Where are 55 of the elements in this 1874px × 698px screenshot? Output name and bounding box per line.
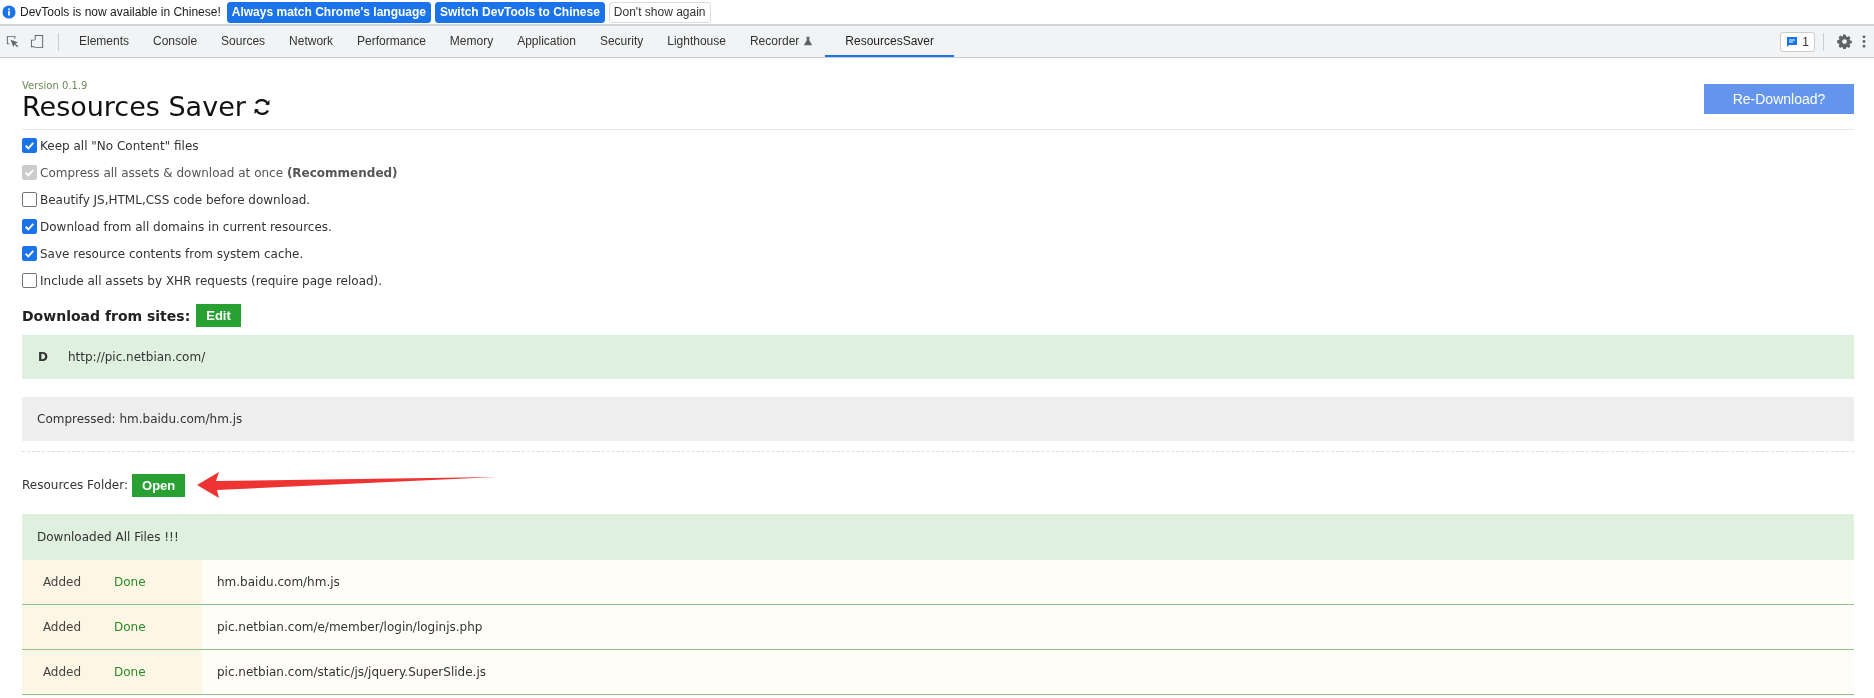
device-toolbar-icon[interactable] bbox=[30, 34, 45, 49]
checkmark-icon bbox=[23, 166, 36, 179]
table-cell: Added bbox=[22, 605, 102, 649]
compressed-text: Compressed: hm.baidu.com/hm.js bbox=[37, 412, 243, 426]
checkbox[interactable] bbox=[22, 273, 37, 288]
table-cell: Added bbox=[22, 650, 102, 694]
panel-tab[interactable]: Performance bbox=[345, 26, 438, 57]
more-menu-icon[interactable] bbox=[1862, 34, 1866, 49]
checkbox[interactable] bbox=[22, 246, 37, 261]
settings-icon[interactable] bbox=[1837, 34, 1852, 49]
infobar-button[interactable]: Always match Chrome's language bbox=[226, 1, 432, 23]
checkmark-icon bbox=[23, 220, 36, 233]
app-title: Resources Saver bbox=[22, 91, 246, 122]
panel-tab[interactable]: Elements bbox=[67, 26, 142, 57]
flask-icon bbox=[803, 35, 814, 46]
option-label: Download from all domains in current resources. bbox=[40, 219, 332, 234]
table-cell-text: pic.netbian.com/static/js/jquery.SuperSlide.js bbox=[216, 664, 486, 681]
checkbox[interactable] bbox=[22, 192, 37, 207]
info-icon bbox=[2, 5, 16, 19]
table-cell-text: pic.netbian.com/e/member/login/loginjs.php bbox=[216, 619, 483, 636]
status-text: Downloaded All Files !!! bbox=[37, 530, 179, 544]
table-cell: Done bbox=[102, 560, 202, 604]
panel-tab[interactable]: Recorder bbox=[737, 26, 826, 57]
option-label: Include all assets by XHR requests (require page reload). bbox=[40, 273, 383, 288]
issues-button[interactable]: 1 bbox=[1780, 31, 1815, 52]
version-label: Version 0.1.9 bbox=[22, 80, 89, 91]
inspect-icon[interactable] bbox=[5, 34, 20, 49]
panel-tab[interactable]: Memory bbox=[437, 26, 506, 57]
panel-tab[interactable]: Network bbox=[277, 26, 346, 57]
message-icon bbox=[1786, 35, 1799, 48]
checkmark-icon bbox=[23, 139, 36, 152]
site-letter: D bbox=[38, 350, 48, 364]
site-url: http://pic.netbian.com/ bbox=[67, 350, 206, 364]
infobar-message: DevTools is now available in Chinese! bbox=[20, 5, 221, 19]
panel-tab[interactable]: Console bbox=[141, 26, 210, 57]
panel-tab[interactable]: Sources bbox=[209, 26, 278, 57]
panel-tab[interactable]: ResourcesSaver bbox=[825, 26, 955, 57]
option-label: Beautify JS,HTML,CSS code before download. bbox=[40, 192, 311, 207]
option-label: Keep all "No Content" files bbox=[40, 138, 199, 153]
table-cell: Done bbox=[102, 650, 202, 694]
folder-label: Resources Folder: bbox=[22, 478, 128, 492]
panel-tab[interactable]: Lighthouse bbox=[655, 26, 738, 57]
table-cell: Added bbox=[22, 560, 102, 604]
sites-label: Download from sites: bbox=[22, 307, 191, 324]
table-cell-text: hm.baidu.com/hm.js bbox=[216, 574, 340, 591]
table-cell: Done bbox=[102, 605, 202, 649]
option-label: Save resource contents from system cache. bbox=[40, 246, 304, 261]
option-label: Compress all assets & download at once (Recommended) bbox=[40, 165, 398, 180]
checkmark-icon bbox=[23, 247, 36, 260]
infobar-button[interactable]: Don't show again bbox=[608, 1, 711, 23]
checkbox[interactable] bbox=[22, 219, 37, 234]
infobar-button[interactable]: Switch DevTools to Chinese bbox=[435, 1, 605, 23]
panel-tab[interactable]: Application bbox=[505, 26, 588, 57]
panel-tab[interactable]: Security bbox=[587, 26, 656, 57]
checkbox[interactable] bbox=[22, 138, 37, 153]
